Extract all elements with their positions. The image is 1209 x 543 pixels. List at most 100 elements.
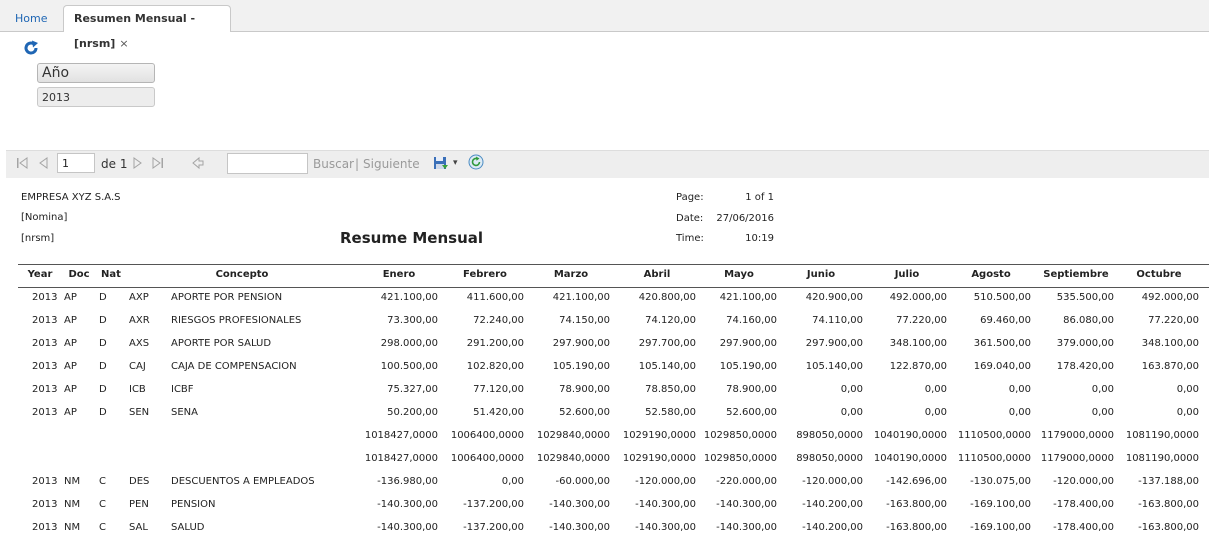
cell-nat: D [99,361,107,372]
tab-home[interactable]: Home [4,5,59,31]
year-parameter-field[interactable]: 2013 [37,87,155,107]
cell-julio: -163.800,00 [886,499,947,510]
cell-febrero: 72.240,00 [473,315,524,326]
tab-resumen-label: Resumen Mensual -[nrsm] [74,12,196,50]
column-header-concepto: Concepto [215,269,269,280]
cell-octubre: -163.800,00 [1138,522,1199,533]
cell-mayo: 297.900,00 [719,338,777,349]
cell-code: CAJ [129,361,146,372]
cell-marzo: 421.100,00 [552,292,610,303]
cell-year: 2013 [32,499,58,510]
cell-octubre: 163.870,00 [1141,361,1199,372]
cell-concepto: SALUD [171,522,205,533]
cell-marzo: 52.600,00 [559,407,610,418]
cell-code: SAL [129,522,148,533]
cell-mayo: 1029850,0000 [703,430,777,441]
cell-nat: C [99,522,106,533]
cell-febrero: 1006400,0000 [450,430,524,441]
cell-septiembre: 1179000,0000 [1040,453,1114,464]
cell-mayo: -220.000,00 [716,476,777,487]
prev-page-icon[interactable] [37,156,49,170]
first-page-icon[interactable] [16,156,28,170]
cell-agosto: -130.075,00 [970,476,1031,487]
report-refresh-icon[interactable] [468,154,484,170]
cell-agosto: -169.100,00 [970,499,1031,510]
header-rule-bottom [18,287,1209,288]
header-rule-top [18,264,1209,265]
cell-enero: -140.300,00 [377,522,438,533]
back-icon[interactable] [192,156,204,170]
cell-febrero: 1006400,0000 [450,453,524,464]
cell-doc: NM [64,476,81,487]
column-header-junio: Junio [806,269,836,280]
find-text-input[interactable] [227,153,308,174]
cell-mayo: 78.900,00 [726,384,777,395]
column-header-marzo: Marzo [553,269,589,280]
cell-doc: AP [64,292,77,303]
cell-concepto: ICBF [171,384,194,395]
cell-septiembre: -178.400,00 [1053,499,1114,510]
next-link[interactable]: Siguiente [363,156,420,172]
column-header-doc: Doc [68,269,90,280]
column-header-julio: Julio [894,269,920,280]
report-title: Resume Mensual [340,229,484,247]
cell-doc: AP [64,338,77,349]
cell-concepto: SENA [171,407,198,418]
cell-septiembre: 379.000,00 [1056,338,1114,349]
cell-concepto: APORTE POR PENSION [171,292,283,303]
cell-marzo: 1029840,0000 [536,453,610,464]
cell-julio: 1040190,0000 [873,453,947,464]
cell-junio: -120.000,00 [802,476,863,487]
export-icon[interactable] [433,155,449,171]
cell-agosto: 1110500,0000 [957,453,1031,464]
cell-mayo: 74.160,00 [726,315,777,326]
page-number-input[interactable]: 1 [57,153,95,173]
cell-julio: 0,00 [924,407,947,418]
cell-julio: 77.220,00 [896,315,947,326]
cell-code: SEN [129,407,150,418]
cell-abril: -140.300,00 [635,522,696,533]
cell-abril: -120.000,00 [635,476,696,487]
cell-year: 2013 [32,361,58,372]
cell-marzo: -140.300,00 [549,499,610,510]
page-of-label: de 1 [101,157,128,171]
cell-octubre: 1081190,0000 [1125,453,1199,464]
cell-code: DES [129,476,150,487]
cell-enero: 1018427,0000 [364,430,438,441]
next-page-icon[interactable] [132,156,144,170]
last-page-icon[interactable] [152,156,164,170]
time-value: 10:19 [745,233,774,244]
cell-junio: -140.200,00 [802,499,863,510]
search-link[interactable]: Buscar [313,156,354,172]
tab-resumen-mensual[interactable]: Resumen Mensual -[nrsm] × [63,5,231,50]
cell-nat: D [99,315,107,326]
cell-junio: 0,00 [840,384,863,395]
tab-bar: Home Resumen Mensual -[nrsm] × [0,0,1209,50]
cell-marzo: 78.900,00 [559,384,610,395]
cell-febrero: -137.200,00 [463,499,524,510]
cell-octubre: -137.188,00 [1138,476,1199,487]
cell-febrero: 77.120,00 [473,384,524,395]
cell-mayo: 52.600,00 [726,407,777,418]
cell-agosto: 69.460,00 [980,315,1031,326]
refresh-icon[interactable] [23,40,39,56]
column-header-mayo: Mayo [724,269,754,280]
column-header-abril: Abril [643,269,671,280]
cell-agosto: 361.500,00 [973,338,1031,349]
cell-octubre: 492.000,00 [1141,292,1199,303]
cell-enero: 298.000,00 [380,338,438,349]
report-nomina: [Nomina] [21,212,68,223]
dropdown-icon[interactable]: ▾ [453,155,458,171]
cell-septiembre: -178.400,00 [1053,522,1114,533]
page-value: 1 of 1 [745,192,774,203]
tab-home-label: Home [15,12,48,25]
cell-year: 2013 [32,338,58,349]
cell-abril: 1029190,0000 [622,430,696,441]
close-icon[interactable]: × [119,37,128,50]
cell-nat: C [99,476,106,487]
cell-junio: 74.110,00 [812,315,863,326]
cell-code: PEN [129,499,149,510]
cell-concepto: DESCUENTOS A EMPLEADOS [171,476,315,487]
cell-marzo: -140.300,00 [549,522,610,533]
cell-julio: 0,00 [924,384,947,395]
